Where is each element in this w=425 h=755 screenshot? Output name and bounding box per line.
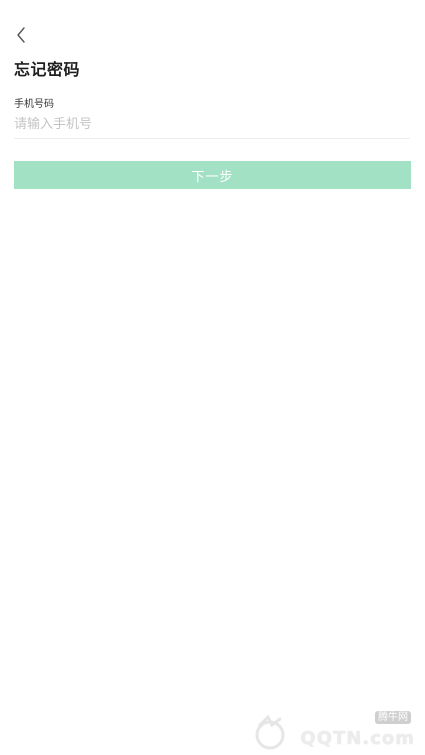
back-button[interactable] [10, 24, 32, 46]
chevron-left-icon [17, 27, 25, 43]
watermark-domain: QQTN.com [300, 728, 415, 749]
watermark-logo-icon [255, 714, 285, 750]
input-underline [14, 138, 410, 139]
phone-input[interactable] [14, 112, 410, 136]
watermark-name: 腾牛网 [375, 711, 411, 724]
next-step-button[interactable]: 下一步 [14, 161, 411, 189]
phone-label: 手机号码 [14, 99, 54, 110]
page-title: 忘记密码 [14, 60, 81, 79]
watermark: 腾牛网 QQTN.com [250, 709, 415, 751]
